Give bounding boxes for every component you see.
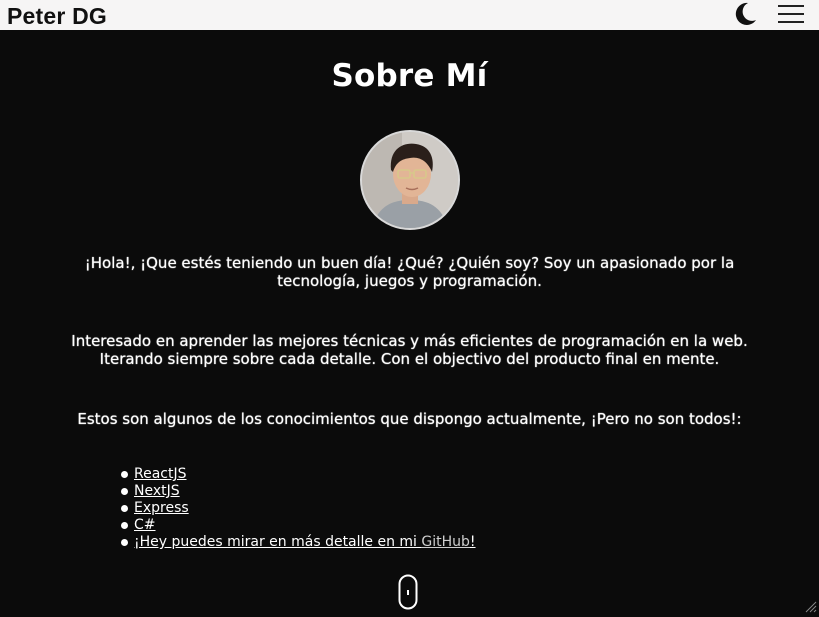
page-title: Sobre Mí xyxy=(331,58,488,94)
about-section: Sobre Mí ¡Hola!, ¡Que estés teniendo un … xyxy=(0,30,819,614)
avatar xyxy=(360,130,460,230)
profile-photo xyxy=(362,132,458,228)
list-item: ¡Hey puedes mirar en más detalle en mi G… xyxy=(120,534,476,551)
skills-intro-paragraph: Estos son algunos de los conocimientos q… xyxy=(77,410,742,428)
top-navbar: Peter DG xyxy=(0,0,819,30)
menu-button[interactable] xyxy=(776,2,806,26)
github-link[interactable]: GitHub xyxy=(421,534,470,550)
resize-grip-icon xyxy=(805,601,817,613)
list-item: Express xyxy=(120,500,476,517)
resize-handle[interactable] xyxy=(803,598,817,613)
skill-link-nextjs[interactable]: NextJS xyxy=(134,483,180,499)
interest-paragraph: Interesado en aprender las mejores técni… xyxy=(71,332,748,368)
github-more-text: ¡Hey puedes mirar en más detalle en mi G… xyxy=(134,534,476,550)
hamburger-menu-icon xyxy=(778,5,804,23)
theme-toggle-button[interactable] xyxy=(730,0,760,28)
github-more-prefix: ¡Hey puedes mirar en más detalle en mi xyxy=(134,534,422,550)
skill-link-csharp[interactable]: C# xyxy=(134,517,156,533)
skill-link-express[interactable]: Express xyxy=(134,500,189,516)
skill-link-reactjs[interactable]: ReactJS xyxy=(134,466,187,482)
list-item: NextJS xyxy=(120,483,476,500)
skills-list: ReactJS NextJS Express C# ¡Hey puedes mi… xyxy=(120,466,476,551)
brand-logo-text[interactable]: Peter DG xyxy=(7,2,107,30)
intro-paragraph: ¡Hola!, ¡Que estés teniendo un buen día!… xyxy=(84,254,735,290)
list-item: ReactJS xyxy=(120,466,476,483)
github-more-suffix: ! xyxy=(469,534,476,550)
list-item: C# xyxy=(120,517,476,534)
moon-icon xyxy=(735,2,756,25)
mouse-scroll-icon xyxy=(398,574,418,610)
scroll-indicator[interactable] xyxy=(398,574,418,610)
